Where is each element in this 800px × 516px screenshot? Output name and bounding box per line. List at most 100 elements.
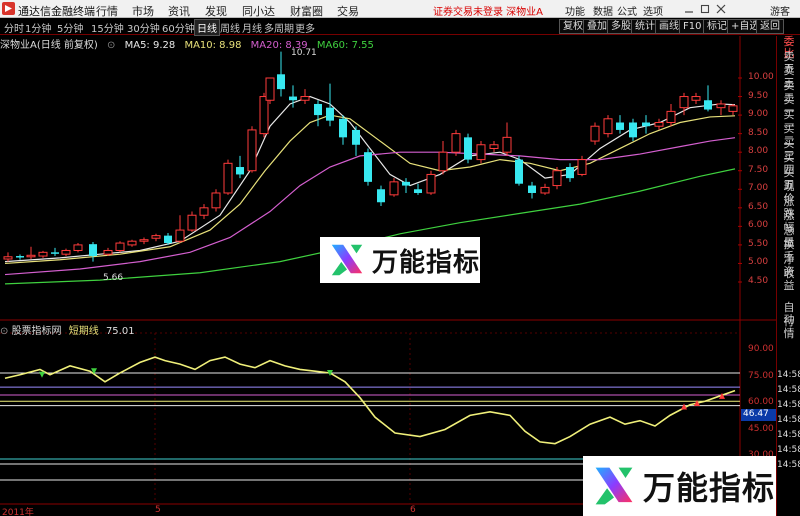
candlestick (300, 89, 310, 104)
period-multi[interactable]: 多周期 (262, 20, 296, 35)
price-tick-label: 9.00 (748, 109, 769, 120)
candlestick (236, 155, 244, 179)
indicator-settings-icon[interactable]: ⊙ (0, 326, 12, 337)
side-tab[interactable]: 收益 (779, 268, 799, 292)
price-tick-label: 5.00 (748, 257, 769, 268)
candlestick (438, 141, 448, 175)
quote-side-panel: 委比 卖五 卖三 卖二 卖一 买一 买二 买三 买四 买五 现价 涨跌 涨幅 总量 换手 净资 收益 自动 行情 (776, 36, 800, 516)
current-indicator-badge: 46.47 (741, 409, 776, 421)
candlestick (73, 243, 83, 253)
x-label-year: 2011年 (2, 508, 34, 516)
candlestick (451, 129, 461, 156)
price-tick-label: 6.50 (748, 201, 769, 212)
candlestick (89, 241, 97, 262)
candlestick (476, 141, 486, 164)
candlestick (642, 115, 650, 134)
high-price-label: 10.71 (291, 48, 317, 58)
candlestick (502, 122, 512, 156)
time-label: 14:58 (777, 445, 800, 455)
indicator-tick-label: 90.00 (748, 344, 774, 354)
watermark-logo-icon (331, 244, 363, 276)
back-button[interactable]: 返回 (756, 19, 784, 34)
app-logo-icon (2, 2, 15, 15)
watermark-text: 万能指标 (372, 247, 481, 278)
price-tick-label: 7.00 (748, 183, 769, 194)
candlestick (16, 254, 24, 260)
candlestick (3, 252, 13, 262)
menu-item-market[interactable]: 市场 (132, 3, 154, 19)
menu-item-news[interactable]: 资讯 (168, 3, 190, 19)
period-30min[interactable]: 30分钟 (125, 20, 162, 35)
candlestick (590, 122, 600, 145)
time-label: 14:58 (777, 385, 800, 395)
candlestick (603, 115, 613, 138)
indicator-tick-label: 45.00 (748, 423, 774, 434)
candlestick (528, 181, 536, 199)
period-more[interactable]: 更多 (293, 20, 317, 35)
close-icon[interactable] (716, 4, 726, 14)
menu-item-functions[interactable]: 功能 (565, 3, 585, 18)
candlestick (716, 100, 726, 116)
candlestick (339, 115, 347, 145)
candlestick (389, 178, 399, 197)
period-60min[interactable]: 60分钟 (160, 20, 197, 35)
period-weekly[interactable]: 周线 (218, 20, 242, 35)
period-15min[interactable]: 15分钟 (89, 20, 126, 35)
minimize-icon[interactable] (684, 4, 694, 14)
price-tick-label: 10.00 (748, 72, 774, 82)
candlestick (51, 247, 59, 257)
short-term-line (4, 356, 736, 445)
user-label[interactable]: 游客 (770, 3, 790, 18)
signal-arrow-icon (39, 371, 45, 378)
price-tick-label: 7.50 (748, 164, 769, 175)
candlestick (552, 167, 562, 190)
candlestick (115, 241, 125, 253)
period-daily[interactable]: 日线 (194, 19, 220, 36)
watermark-center: 万能指标 (320, 237, 480, 283)
menu-item-trade[interactable]: 交易 (337, 3, 359, 19)
period-monthly[interactable]: 月线 (240, 20, 264, 35)
indicator-tick-label: 75.00 (748, 370, 774, 381)
x-label-may: 5 (155, 505, 161, 515)
indicator-header: ⊙ 股票指标网 短期线 75.01 (0, 322, 135, 337)
candlestick (426, 170, 436, 195)
menu-item-discover[interactable]: 发现 (205, 3, 227, 19)
menu-item-data[interactable]: 数据 (593, 3, 613, 18)
period-5min[interactable]: 5分钟 (55, 20, 85, 35)
candlestick (616, 115, 624, 134)
restore-icon[interactable] (700, 4, 710, 14)
menu-item-wealth-circle[interactable]: 财富圈 (290, 3, 323, 19)
menu-item-options[interactable]: 选项 (643, 3, 663, 18)
candlestick (566, 163, 574, 182)
price-tick-label: 8.00 (748, 146, 769, 157)
candlestick (175, 215, 185, 244)
app-title: 通达信金融终端 (18, 5, 95, 18)
candlestick (515, 155, 523, 186)
price-tick-label: 9.50 (748, 90, 769, 101)
time-label: 14:58 (777, 430, 800, 440)
time-label: 14:58 (777, 400, 800, 410)
candlestick (139, 237, 149, 245)
candlestick (211, 189, 221, 212)
candlestick (151, 233, 161, 242)
period-1min[interactable]: 1分钟 (23, 20, 53, 35)
candlestick (728, 103, 738, 116)
candlestick (61, 248, 71, 257)
candlestick (414, 183, 422, 195)
side-tab[interactable]: 行情 (779, 316, 799, 340)
candlestick (352, 126, 360, 156)
price-tick-label: 4.50 (748, 276, 769, 286)
candlestick (704, 85, 712, 112)
candlestick (629, 118, 637, 142)
indicator-tick-label: 60.00 (748, 397, 774, 407)
f10-button[interactable]: F10 (679, 19, 706, 34)
menu-item-assistant[interactable]: 同小达 (242, 3, 275, 19)
candlestick (402, 178, 410, 193)
low-price-label: 5.66 (103, 273, 124, 283)
candlestick (666, 103, 676, 127)
candlestick (277, 51, 285, 97)
menu-item-quotes[interactable]: 行情 (96, 3, 118, 19)
time-label: 14:58 (777, 460, 800, 470)
indicator-label: 短期线 (68, 326, 99, 337)
menu-item-formula[interactable]: 公式 (617, 3, 637, 18)
